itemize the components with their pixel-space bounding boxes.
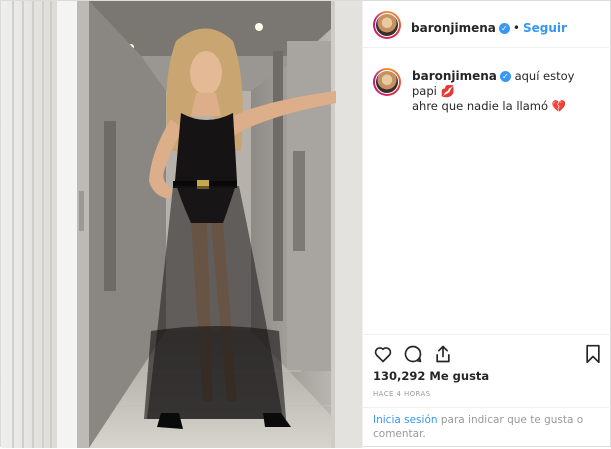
photo-illustration [1,1,362,448]
header-username[interactable]: baronjimena [411,21,496,35]
caption-line-2: ahre que nadie la llamó 💔 [412,99,566,113]
caption-verified-badge-icon: ✓ [499,71,511,82]
post-photo[interactable] [1,1,362,448]
post-header: baronjimena ✓ • Seguir [363,1,611,48]
post-details: baronjimena ✓ • Seguir baronjimena ✓ aquí es… [362,1,611,448]
verified-badge-icon: ✓ [498,23,510,34]
post-timestamp[interactable]: HACE 4 HORAS [373,390,431,398]
login-link[interactable]: Inicia sesión [373,414,438,426]
post-actions: 130,292 Me gusta HACE 4 HORAS Inicia ses… [363,334,611,448]
caption: baronjimena ✓ aquí estoy papi 💋 ahre que … [412,69,602,114]
avatar[interactable] [373,11,401,39]
heart-icon[interactable] [373,344,393,364]
likes-count[interactable]: 130,292 Me gusta [373,369,489,383]
separator-dot: • [512,21,520,35]
comment-icon[interactable] [403,344,423,364]
likes-number: 130,292 [373,369,426,383]
instagram-post: baronjimena ✓ • Seguir baronjimena ✓ aquí es… [0,0,611,448]
follow-button[interactable]: Seguir [523,21,567,35]
caption-username[interactable]: baronjimena [412,69,497,83]
login-prompt: Inicia sesión para indicar que te gusta … [363,407,611,449]
caption-avatar[interactable] [373,68,401,96]
bookmark-icon[interactable] [584,344,602,364]
likes-label: Me gusta [429,369,490,383]
share-icon[interactable] [433,344,453,364]
